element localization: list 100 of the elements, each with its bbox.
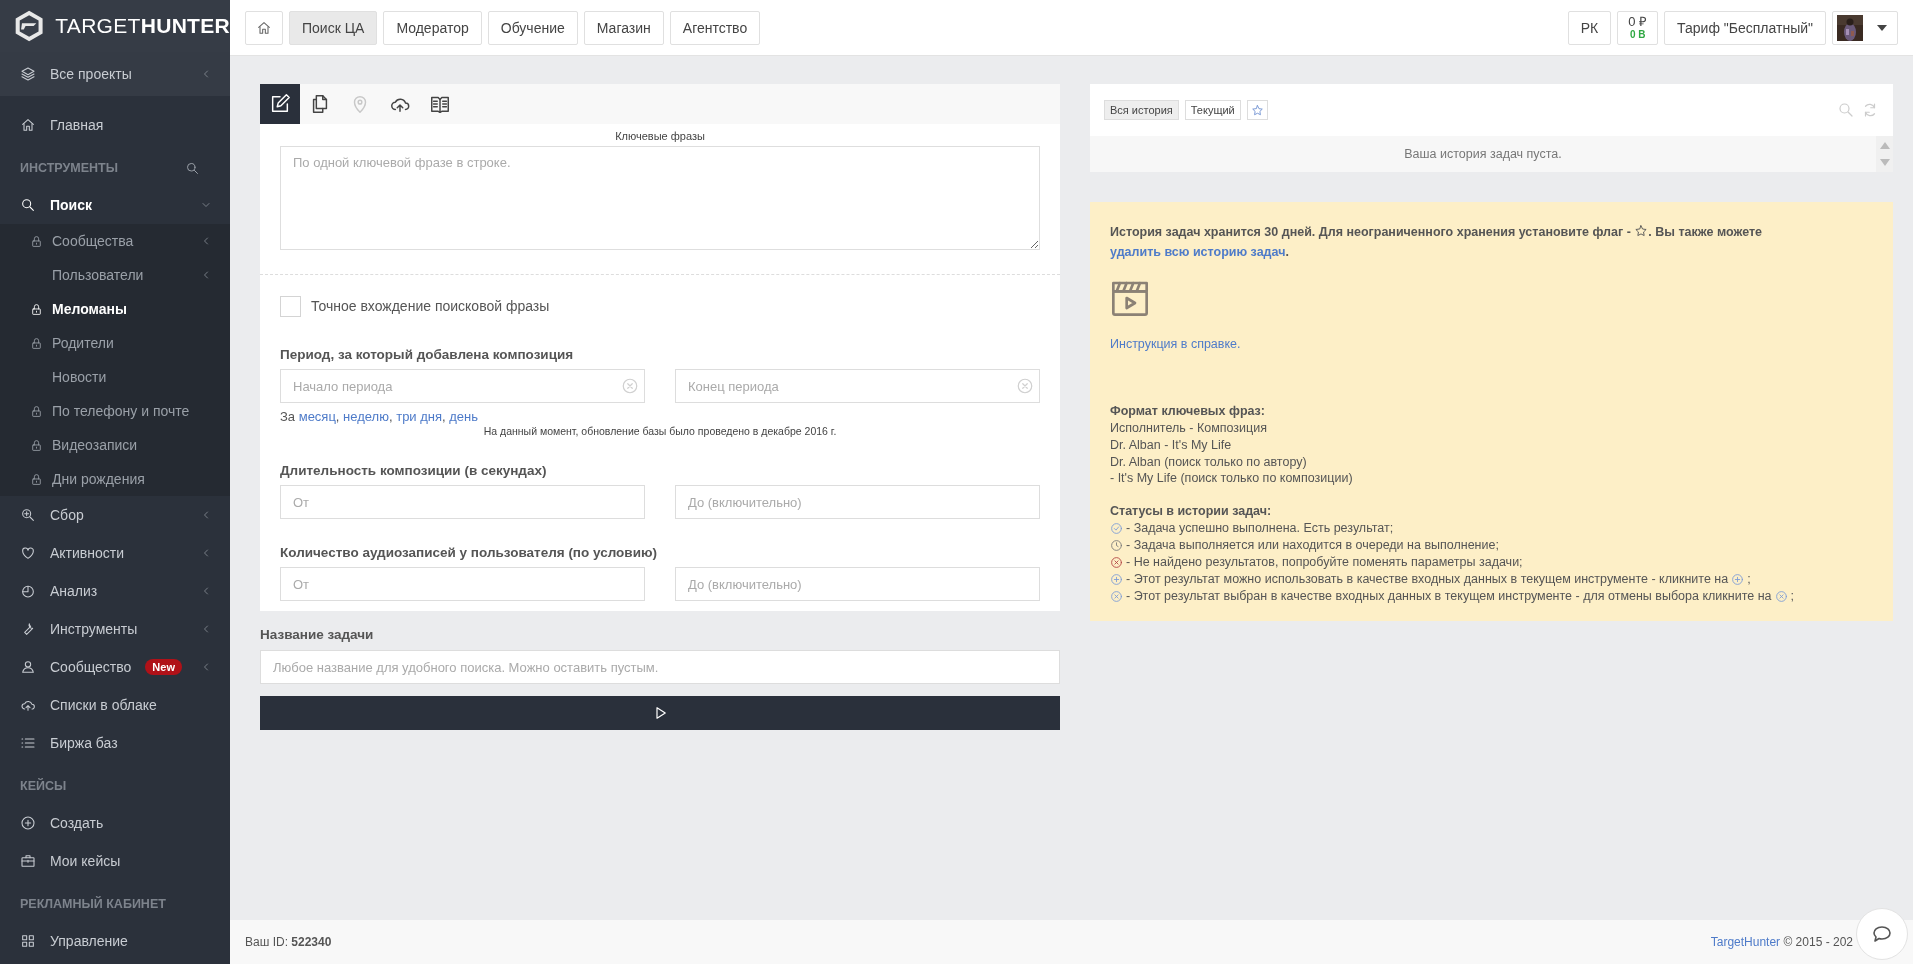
sidebar-item[interactable]: Сообщество New [0, 648, 230, 686]
balance-amount: 0 ₽ [1628, 14, 1648, 30]
balance-widget[interactable]: 0 ₽ 0 В [1617, 10, 1659, 45]
favorites-button[interactable] [1246, 100, 1268, 120]
sidebar-item[interactable]: Сбор [0, 496, 230, 534]
zoom-in-icon [20, 507, 36, 523]
logo-text[interactable]: TARGETHUNTER [55, 14, 230, 38]
sidebar-item[interactable]: Создать [0, 804, 230, 842]
user-menu-button[interactable] [1832, 10, 1898, 45]
example-line: - It's My Life (поиск только по композиции) [1110, 470, 1354, 488]
sidebar-item[interactable]: Главная [0, 106, 230, 144]
plus-circle-icon [1731, 572, 1745, 586]
clear-icon[interactable] [621, 377, 639, 395]
submenu-item[interactable]: Родители [0, 326, 230, 360]
star-icon [1250, 103, 1264, 117]
checkbox[interactable] [280, 295, 301, 317]
section-heading: ИНСТРУМЕНТЫ [20, 161, 118, 175]
sidebar-item[interactable]: Активности [0, 534, 230, 572]
copyright-text: © 2015 - 202 [1783, 935, 1853, 949]
heart-icon [20, 545, 36, 561]
clear-icon[interactable] [1016, 377, 1034, 395]
status-text: - Этот результат выбран в качестве входных данных в текущем инструменте - для отмены выбора кликните на [1126, 587, 1772, 605]
date-field[interactable]: Конец периода [675, 369, 1040, 403]
nav-tab[interactable]: Агентство [669, 10, 761, 45]
field-label: Длительность композиции (в секундах) [280, 463, 548, 478]
section-title: Статусы в истории задач: [1110, 503, 1273, 521]
number-field[interactable]: От [280, 567, 645, 601]
submenu-item[interactable]: Новости [0, 360, 230, 394]
period-link[interactable]: месяц [298, 409, 336, 424]
submenu-item[interactable]: Пользователи [0, 258, 230, 292]
chat-button[interactable] [1856, 908, 1908, 960]
submenu-item[interactable]: Видеозаписи [0, 428, 230, 462]
lock-icon [30, 336, 43, 350]
scroll-up-icon[interactable] [1879, 141, 1890, 149]
tool-tab[interactable] [260, 84, 300, 124]
section-heading: КЕЙСЫ [20, 779, 67, 793]
person-icon [20, 659, 36, 675]
example-line: Dr. Alban (поиск только по автору) [1110, 453, 1308, 471]
projects-menu-item[interactable]: Все проекты [0, 52, 230, 96]
keywords-textarea[interactable]: По одной ключевой фразе в строке. [280, 146, 1040, 250]
layers-icon [20, 66, 36, 82]
scrollbar[interactable] [1876, 136, 1893, 172]
grid-icon [20, 933, 36, 949]
new-badge: New [145, 659, 182, 675]
home-icon [256, 19, 272, 36]
field-label: Ключевые фразы [614, 129, 706, 144]
history-tab[interactable]: Текущий [1184, 100, 1241, 120]
pie-chart-icon [20, 583, 36, 599]
sidebar-item[interactable]: Управление [0, 922, 230, 960]
sidebar-item[interactable]: Поиск [0, 186, 230, 224]
submenu-item[interactable]: Меломаны [0, 292, 230, 326]
number-field[interactable]: До (включительно) [675, 567, 1040, 601]
plus-circle-icon [1110, 572, 1123, 586]
nav-tab[interactable]: Модератор [383, 10, 482, 45]
period-link[interactable]: три дня [396, 409, 443, 424]
status-text: - Задача выполняется или находится в очереди на выполнение; [1126, 537, 1499, 554]
submenu-item[interactable]: По телефону и почте [0, 394, 230, 428]
tariff-button[interactable]: Тариф "Бесплатный" [1664, 10, 1826, 45]
history-tab[interactable]: Вся история [1104, 100, 1179, 120]
period-link[interactable]: день [449, 409, 479, 424]
status-text: - Не найдено результатов, попробуйте поменять параметры задачи; [1126, 553, 1523, 571]
briefcase-icon [20, 853, 36, 869]
number-field[interactable]: До (включительно) [675, 485, 1040, 519]
nav-tab[interactable]: Обучение [487, 10, 578, 45]
status-text: ; [1790, 587, 1794, 605]
cross-circle-icon [1774, 589, 1788, 603]
submenu-item[interactable]: Сообщества [0, 224, 230, 258]
scroll-down-icon[interactable] [1879, 159, 1890, 167]
user-id-text: Ваш ID: 522340 [245, 935, 332, 949]
home-button[interactable] [245, 10, 283, 45]
check-circle-icon [1110, 522, 1123, 536]
sidebar-item[interactable]: Мои кейсы [0, 842, 230, 880]
sidebar-item[interactable]: Биржа баз [0, 724, 230, 762]
nav-tab[interactable]: Магазин [583, 10, 664, 45]
update-note: На данный момент, обновление базы было проведено в декабре 2016 г. [482, 425, 838, 437]
task-name-field[interactable]: Любое название для удобного поиска. Можно оставить пустым. [260, 650, 1060, 684]
number-field[interactable]: От [280, 485, 645, 519]
lock-icon [30, 472, 43, 486]
quick-period-text: За месяц, неделю, три дня, день [280, 409, 480, 424]
search-icon[interactable] [185, 160, 200, 176]
logo-icon[interactable] [13, 8, 46, 44]
home-icon [20, 117, 36, 133]
example-line: Dr. Alban - It's My Life [1110, 436, 1233, 454]
ads-button[interactable]: РК [1567, 10, 1612, 45]
sidebar-item[interactable]: Анализ [0, 572, 230, 610]
help-link[interactable]: Инструкция в справке. [1110, 337, 1241, 351]
brand-link[interactable]: TargetHunter [1710, 935, 1781, 949]
example-line: Исполнитель - Композиция [1110, 419, 1268, 437]
points-amount: 0 В [1629, 29, 1646, 41]
section-title: Формат ключевых фраз: [1110, 402, 1266, 420]
period-link[interactable]: неделю [343, 409, 389, 424]
sidebar-item[interactable]: Инструменты [0, 610, 230, 648]
submenu-item[interactable]: Дни рождения [0, 462, 230, 496]
checkbox-label: Точное вхождение поисковой фразы [311, 298, 550, 314]
date-field[interactable]: Начало периода [280, 369, 645, 403]
search-icon [20, 197, 36, 213]
lock-icon [30, 404, 43, 418]
nav-tab[interactable]: Поиск ЦА [289, 10, 378, 45]
list-icon [20, 735, 36, 751]
sidebar-item[interactable]: Списки в облаке [0, 686, 230, 724]
